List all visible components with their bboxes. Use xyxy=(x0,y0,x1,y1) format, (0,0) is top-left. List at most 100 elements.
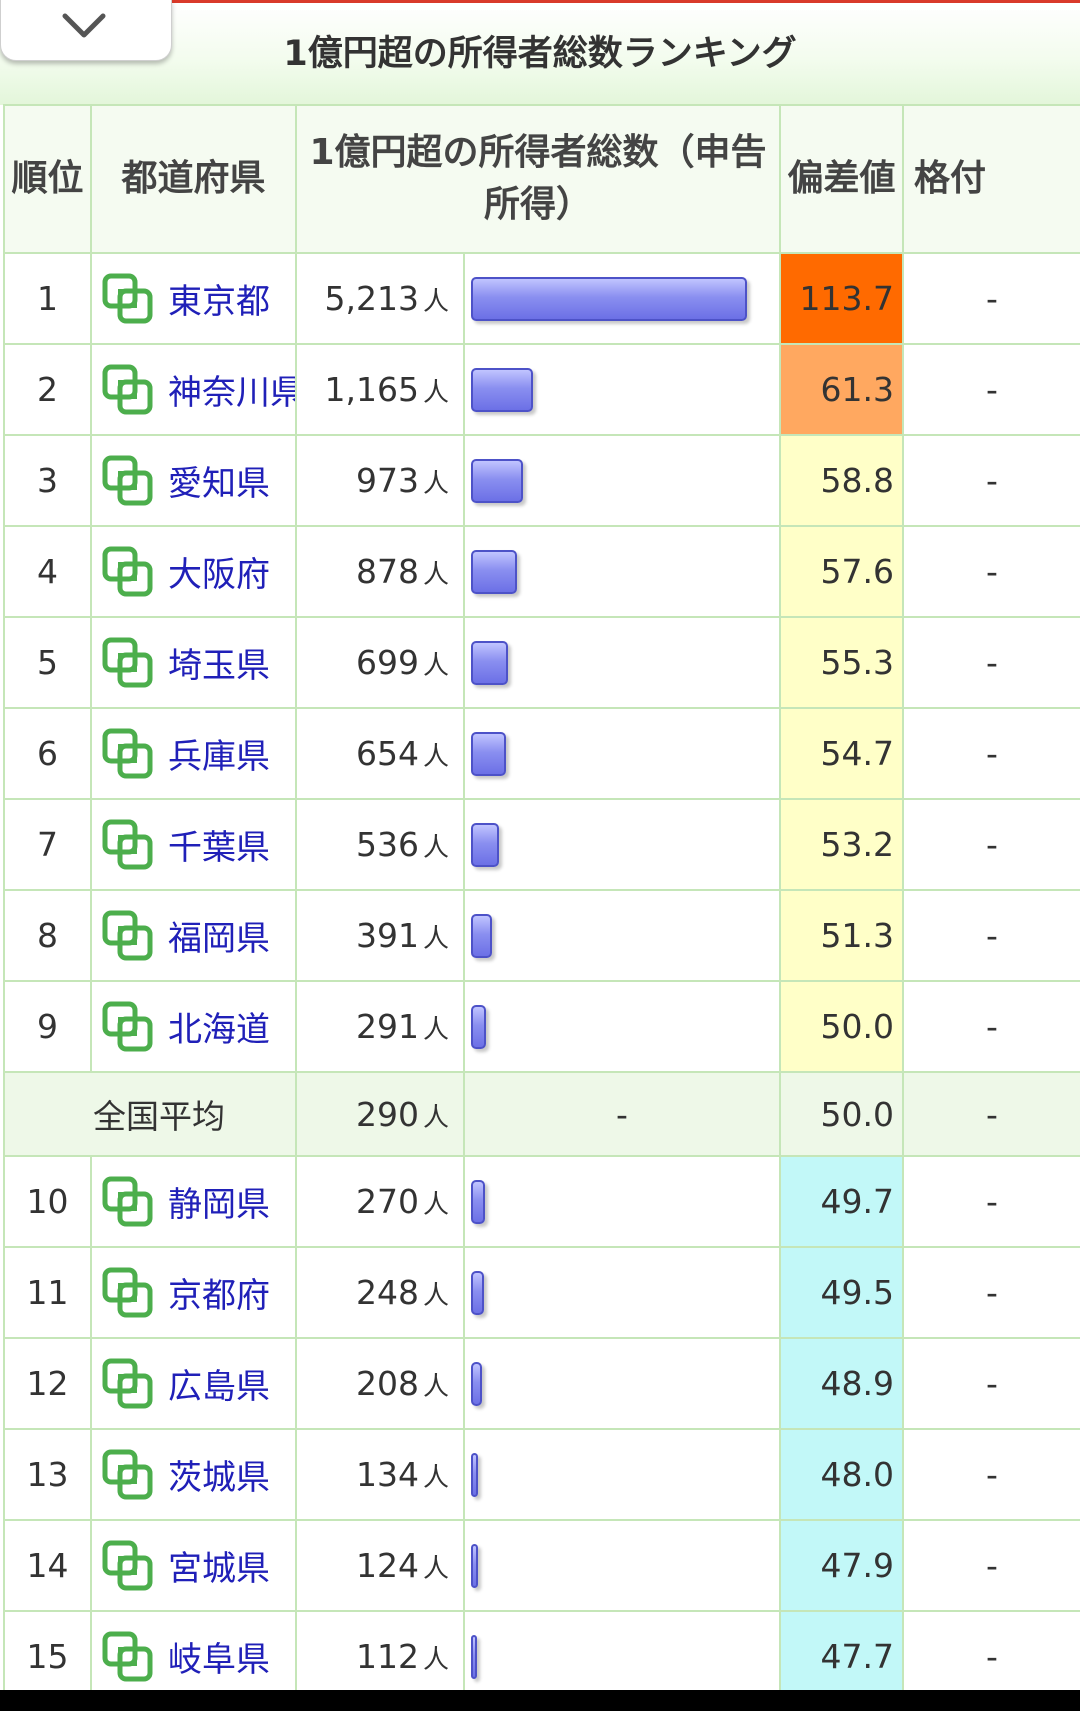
prefecture-link[interactable]: 京都府 xyxy=(168,1268,270,1317)
prefecture-cell[interactable]: 京都府 xyxy=(90,1246,297,1339)
prefecture-cell[interactable]: 北海道 xyxy=(90,980,297,1073)
header-total-label: 1億円超の所得者総数（申告所得） xyxy=(309,132,767,225)
count-unit: 人 xyxy=(422,1281,449,1311)
bar-cell xyxy=(463,343,781,436)
rank-cell: 1 xyxy=(3,252,92,345)
prefecture-link[interactable]: 埼玉県 xyxy=(168,638,270,687)
bar-cell xyxy=(463,1610,781,1690)
count-unit: 人 xyxy=(422,1190,449,1220)
table-row: 13 茨城県 134 人 48.0- xyxy=(3,1428,1080,1521)
prefecture-icon xyxy=(102,1449,153,1499)
grade-cell: - xyxy=(902,1610,1080,1690)
grade-cell: - xyxy=(902,1246,1080,1339)
table-row: 6 兵庫県 654 人 54.7- xyxy=(3,707,1080,800)
table-header-row: 順位 都道府県 1億円超の所得者総数（申告所得） 偏差値 格付 xyxy=(3,104,1080,254)
prefecture-cell[interactable]: 千葉県 xyxy=(90,798,297,891)
prefecture-cell[interactable]: 静岡県 xyxy=(90,1155,297,1248)
deviation-cell: 47.7 xyxy=(779,1610,904,1690)
rank-cell: 9 xyxy=(3,980,92,1073)
prefecture-cell[interactable]: 神奈川県 xyxy=(90,343,297,436)
rank-cell: 15 xyxy=(3,1610,92,1690)
prefecture-icon xyxy=(102,637,153,687)
bar-cell xyxy=(463,980,781,1073)
prefecture-cell[interactable]: 兵庫県 xyxy=(90,707,297,800)
prefecture-link[interactable]: 広島県 xyxy=(168,1359,270,1408)
count-unit: 人 xyxy=(422,378,449,408)
average-label: 全国平均 xyxy=(3,1071,297,1157)
count-value: 699 xyxy=(355,643,419,682)
count-bar xyxy=(471,276,747,321)
prefecture-link[interactable]: 千葉県 xyxy=(168,820,270,869)
prefecture-cell[interactable]: 大阪府 xyxy=(90,525,297,618)
bar-cell xyxy=(463,1246,781,1339)
count-bar xyxy=(471,1634,477,1679)
prefecture-icon xyxy=(102,1267,153,1317)
prefecture-link[interactable]: 静岡県 xyxy=(168,1177,270,1226)
count-bar xyxy=(471,1270,484,1315)
header-prefecture: 都道府県 xyxy=(90,104,297,254)
prefecture-link[interactable]: 岐阜県 xyxy=(168,1632,270,1681)
table-row: 10 静岡県 270 人 49.7- xyxy=(3,1155,1080,1248)
header-grade: 格付 xyxy=(902,104,1080,254)
count-unit: 人 xyxy=(422,924,449,954)
count-cell: 208 人 xyxy=(295,1337,465,1430)
count-bar xyxy=(471,1543,478,1588)
table-row: 11 京都府 248 人 49.5- xyxy=(3,1246,1080,1339)
count-value: 654 xyxy=(355,734,419,773)
prefecture-cell[interactable]: 埼玉県 xyxy=(90,616,297,709)
prefecture-link[interactable]: 愛知県 xyxy=(168,456,270,505)
header-deviation: 偏差値 xyxy=(779,104,904,254)
prefecture-link[interactable]: 北海道 xyxy=(168,1002,270,1051)
prefecture-link[interactable]: 茨城県 xyxy=(168,1450,270,1499)
table-row: 4 大阪府 878 人 57.6- xyxy=(3,525,1080,618)
count-value: 270 xyxy=(355,1182,419,1221)
national-average-row: 全国平均 290 人 -50.0- xyxy=(3,1071,1080,1157)
rank-cell: 13 xyxy=(3,1428,92,1521)
prefecture-cell[interactable]: 東京都 xyxy=(90,252,297,345)
grade-cell: - xyxy=(902,798,1080,891)
count-unit: 人 xyxy=(422,1372,449,1402)
bar-cell xyxy=(463,525,781,618)
prefecture-cell[interactable]: 宮城県 xyxy=(90,1519,297,1612)
grade-cell: - xyxy=(902,1337,1080,1430)
count-unit: 人 xyxy=(422,742,449,772)
prefecture-link[interactable]: 宮城県 xyxy=(168,1541,270,1590)
rank-cell: 7 xyxy=(3,798,92,891)
prefecture-icon xyxy=(102,910,153,960)
count-cell: 290 人 xyxy=(295,1071,465,1157)
prefecture-link[interactable]: 神奈川県 xyxy=(168,365,294,414)
prefecture-cell[interactable]: 愛知県 xyxy=(90,434,297,527)
count-cell: 654 人 xyxy=(295,707,465,800)
count-bar xyxy=(471,822,499,867)
count-bar xyxy=(471,1361,482,1406)
table-row: 3 愛知県 973 人 58.8- xyxy=(3,434,1080,527)
rank-cell: 3 xyxy=(3,434,92,527)
collapse-toggle-button[interactable] xyxy=(0,0,172,61)
prefecture-cell[interactable]: 茨城県 xyxy=(90,1428,297,1521)
prefecture-cell[interactable]: 広島県 xyxy=(90,1337,297,1430)
table-row: 1 東京都 5,213 人 113.7- xyxy=(3,252,1080,345)
count-value: 134 xyxy=(355,1455,419,1494)
count-unit: 人 xyxy=(422,833,449,863)
count-bar xyxy=(471,458,523,503)
table-row: 8 福岡県 391 人 51.3- xyxy=(3,889,1080,982)
deviation-cell: 53.2 xyxy=(779,798,904,891)
prefecture-icon xyxy=(102,1176,153,1226)
count-value: 536 xyxy=(355,825,419,864)
count-cell: 699 人 xyxy=(295,616,465,709)
prefecture-link[interactable]: 大阪府 xyxy=(168,547,270,596)
prefecture-cell[interactable]: 福岡県 xyxy=(90,889,297,982)
prefecture-link[interactable]: 兵庫県 xyxy=(168,729,270,778)
prefecture-link[interactable]: 福岡県 xyxy=(168,911,270,960)
deviation-cell: 55.3 xyxy=(779,616,904,709)
count-value: 5,213 xyxy=(324,279,419,318)
count-value: 112 xyxy=(355,1637,419,1676)
bar-cell xyxy=(463,1155,781,1248)
grade-cell: - xyxy=(902,1071,1080,1157)
deviation-cell: 61.3 xyxy=(779,343,904,436)
count-unit: 人 xyxy=(422,287,449,317)
bar-cell xyxy=(463,798,781,891)
prefecture-cell[interactable]: 岐阜県 xyxy=(90,1610,297,1690)
prefecture-link[interactable]: 東京都 xyxy=(168,274,270,323)
table-row: 7 千葉県 536 人 53.2- xyxy=(3,798,1080,891)
